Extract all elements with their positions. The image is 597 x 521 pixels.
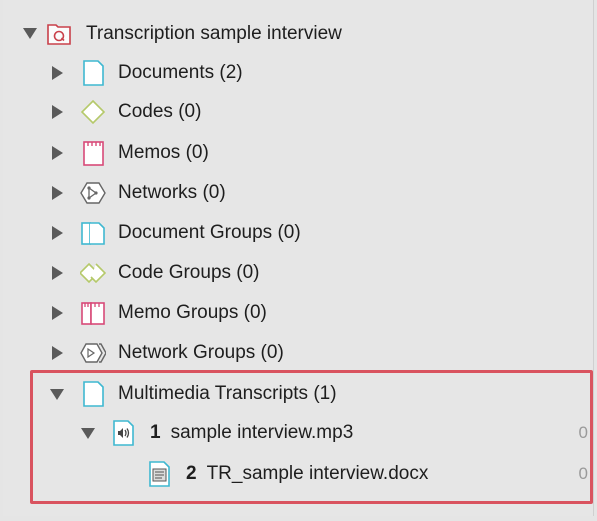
memo-group-icon bbox=[80, 299, 106, 327]
tree-item-codes[interactable]: Codes (0) bbox=[0, 92, 590, 132]
expand-arrow-icon[interactable] bbox=[52, 346, 63, 360]
tree-item-documents[interactable]: Documents (2) bbox=[0, 53, 590, 93]
network-icon bbox=[80, 179, 106, 207]
tree-item-label: Multimedia Transcripts (1) bbox=[118, 383, 337, 404]
expand-arrow-icon[interactable] bbox=[52, 306, 63, 320]
expand-arrow-icon[interactable] bbox=[52, 186, 63, 200]
item-number: 1 bbox=[150, 422, 161, 443]
memo-icon bbox=[80, 139, 106, 167]
tree-item-code-groups[interactable]: Code Groups (0) bbox=[0, 253, 590, 293]
collapse-arrow-icon[interactable] bbox=[81, 428, 95, 439]
tree-item-label: Memo Groups (0) bbox=[118, 302, 267, 323]
tree-item-media-file[interactable]: 1 sample interview.mp3 0 bbox=[0, 413, 590, 453]
network-group-icon bbox=[80, 339, 107, 367]
tree-item-label: Documents (2) bbox=[118, 62, 243, 83]
tree-item-label: Codes (0) bbox=[118, 101, 202, 122]
project-icon bbox=[46, 19, 72, 47]
expand-arrow-icon[interactable] bbox=[52, 146, 63, 160]
project-name: Transcription sample interview bbox=[86, 23, 342, 44]
expand-arrow-icon[interactable] bbox=[52, 226, 63, 240]
tree-item-label: Networks (0) bbox=[118, 182, 226, 203]
audio-file-icon bbox=[110, 419, 136, 447]
code-icon bbox=[80, 98, 106, 126]
tree-item-memos[interactable]: Memos (0) bbox=[0, 133, 590, 173]
expand-arrow-icon[interactable] bbox=[52, 66, 63, 80]
quotation-count: 0 bbox=[578, 464, 588, 483]
file-label: TR_sample interview.docx bbox=[206, 463, 429, 484]
tree-item-multimedia-transcripts[interactable]: Multimedia Transcripts (1) bbox=[0, 374, 590, 414]
tree-item-transcript-file[interactable]: 2 TR_sample interview.docx 0 bbox=[0, 454, 590, 494]
document-group-icon bbox=[80, 219, 106, 247]
code-group-icon bbox=[78, 259, 107, 287]
file-label: sample interview.mp3 bbox=[170, 422, 354, 443]
media-file-name: 1 sample interview.mp3 bbox=[150, 422, 353, 444]
quotation-count: 0 bbox=[578, 423, 588, 442]
collapse-arrow-icon[interactable] bbox=[50, 389, 64, 400]
tree-item-label: Code Groups (0) bbox=[118, 262, 260, 283]
tree-item-label: Memos (0) bbox=[118, 142, 209, 163]
tree-item-memo-groups[interactable]: Memo Groups (0) bbox=[0, 293, 590, 333]
tree-root-row[interactable]: Transcription sample interview bbox=[0, 14, 590, 54]
tree-item-document-groups[interactable]: Document Groups (0) bbox=[0, 213, 590, 253]
transcript-file-name: 2 TR_sample interview.docx bbox=[186, 463, 428, 485]
tree-item-networks[interactable]: Networks (0) bbox=[0, 173, 590, 213]
document-icon bbox=[80, 59, 106, 87]
tree-item-label: Document Groups (0) bbox=[118, 222, 301, 243]
docx-file-icon bbox=[146, 460, 172, 488]
collapse-arrow-icon[interactable] bbox=[23, 28, 37, 39]
tree-item-network-groups[interactable]: Network Groups (0) bbox=[0, 333, 590, 373]
tree-item-label: Network Groups (0) bbox=[118, 342, 284, 363]
document-icon bbox=[80, 380, 106, 408]
expand-arrow-icon[interactable] bbox=[52, 266, 63, 280]
expand-arrow-icon[interactable] bbox=[52, 105, 63, 119]
project-explorer-panel: Transcription sample interview Documents… bbox=[0, 0, 597, 521]
item-number: 2 bbox=[186, 463, 197, 484]
